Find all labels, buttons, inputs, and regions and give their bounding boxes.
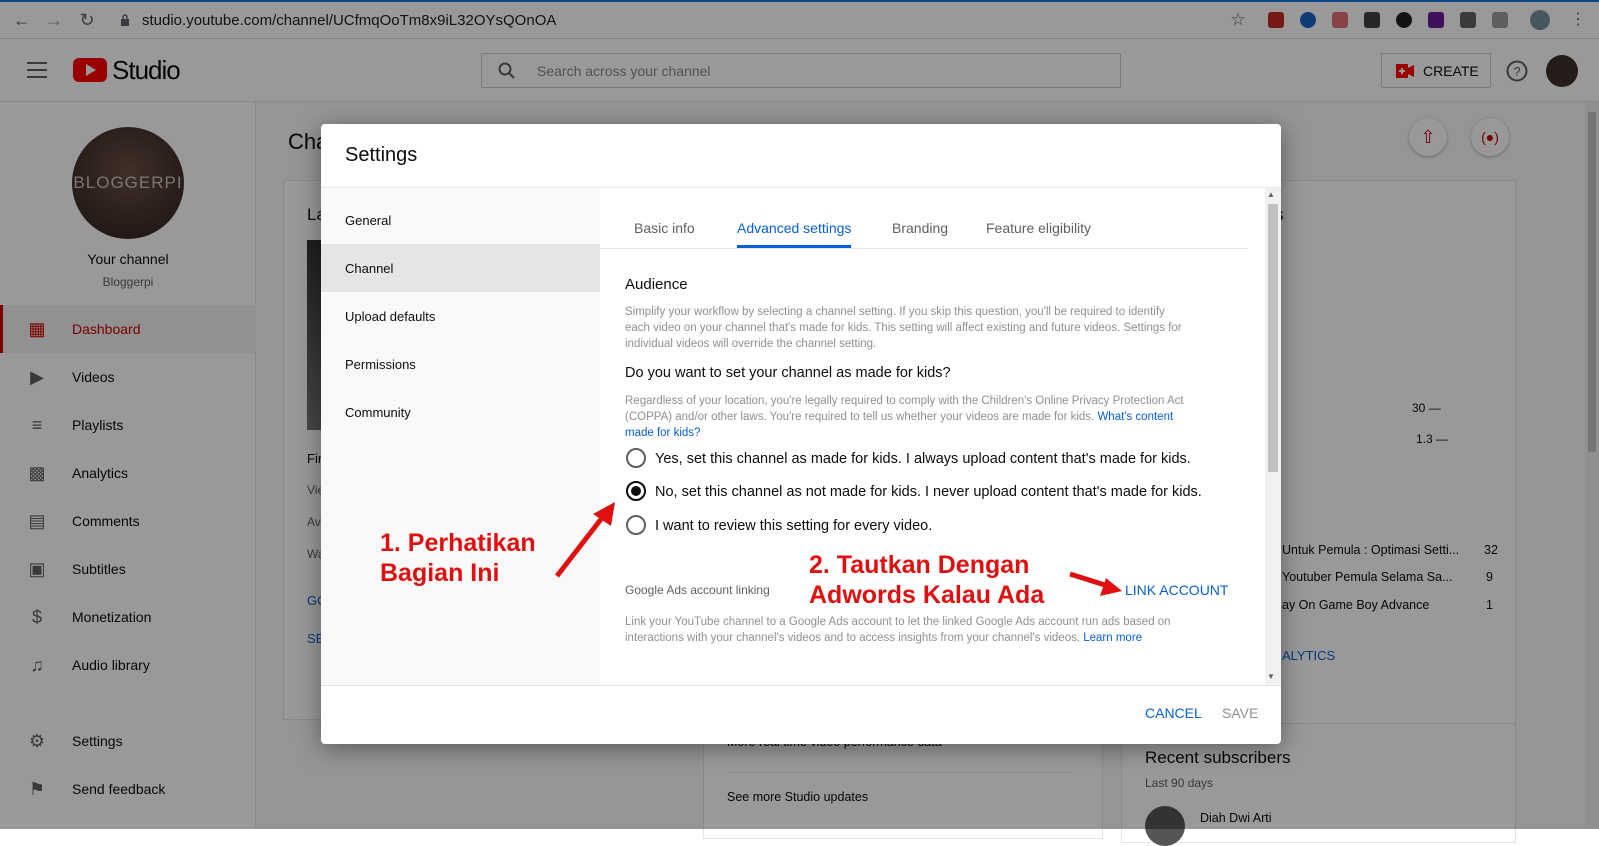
radio-made-for-kids[interactable] (626, 448, 646, 468)
made-for-kids-link[interactable]: made for kids? (625, 425, 1184, 441)
ads-description: Link your YouTube channel to a Google Ad… (625, 616, 1171, 644)
annotation-note-1: 1. Perhatikan Bagian Ini (380, 529, 536, 587)
audience-heading: Audience (625, 276, 688, 293)
tab-branding[interactable]: Branding (892, 220, 948, 236)
scroll-down-icon[interactable]: ▼ (1267, 672, 1275, 681)
cancel-button[interactable]: CANCEL (1145, 705, 1202, 721)
radio-not-made-for-kids[interactable] (626, 481, 646, 501)
whats-content-link[interactable]: What's content (1097, 411, 1173, 423)
settings-nav: General Channel Upload defaults Permissi… (321, 188, 600, 685)
radio-label: No, set this channel as not made for kid… (655, 484, 1202, 500)
ads-linking-heading: Google Ads account linking (625, 583, 770, 597)
scroll-up-icon[interactable]: ▲ (1267, 190, 1275, 199)
tab-basic-info[interactable]: Basic info (634, 220, 695, 236)
radio-review-every-video[interactable] (626, 515, 646, 535)
coppa-description: Regardless of your location, you're lega… (625, 395, 1184, 441)
settings-nav-permissions[interactable]: Permissions (321, 340, 600, 388)
settings-nav-upload-defaults[interactable]: Upload defaults (321, 292, 600, 340)
tab-advanced-settings[interactable]: Advanced settings (737, 220, 851, 236)
audience-description: Simplify your workflow by selecting a ch… (625, 306, 1182, 350)
dialog-title: Settings (345, 144, 418, 166)
radio-label: Yes, set this channel as made for kids. … (655, 451, 1191, 467)
settings-nav-general[interactable]: General (321, 196, 600, 244)
link-account-button[interactable]: LINK ACCOUNT (1125, 582, 1228, 598)
annotation-arrow-1 (555, 502, 615, 578)
settings-nav-community[interactable]: Community (321, 388, 600, 436)
dialog-scrollbar-thumb[interactable] (1268, 204, 1278, 472)
made-for-kids-question: Do you want to set your channel as made … (625, 365, 951, 381)
radio-label: I want to review this setting for every … (655, 518, 933, 534)
settings-nav-channel[interactable]: Channel (321, 244, 600, 292)
learn-more-link[interactable]: Learn more (1083, 632, 1142, 644)
tab-feature-eligibility[interactable]: Feature eligibility (986, 220, 1091, 236)
settings-dialog: Settings General Channel Upload defaults… (321, 124, 1281, 744)
annotation-arrow-2 (1069, 571, 1122, 596)
save-button[interactable]: SAVE (1222, 705, 1258, 721)
annotation-note-2: 2. Tautkan Dengan Adwords Kalau Ada (809, 551, 1045, 609)
